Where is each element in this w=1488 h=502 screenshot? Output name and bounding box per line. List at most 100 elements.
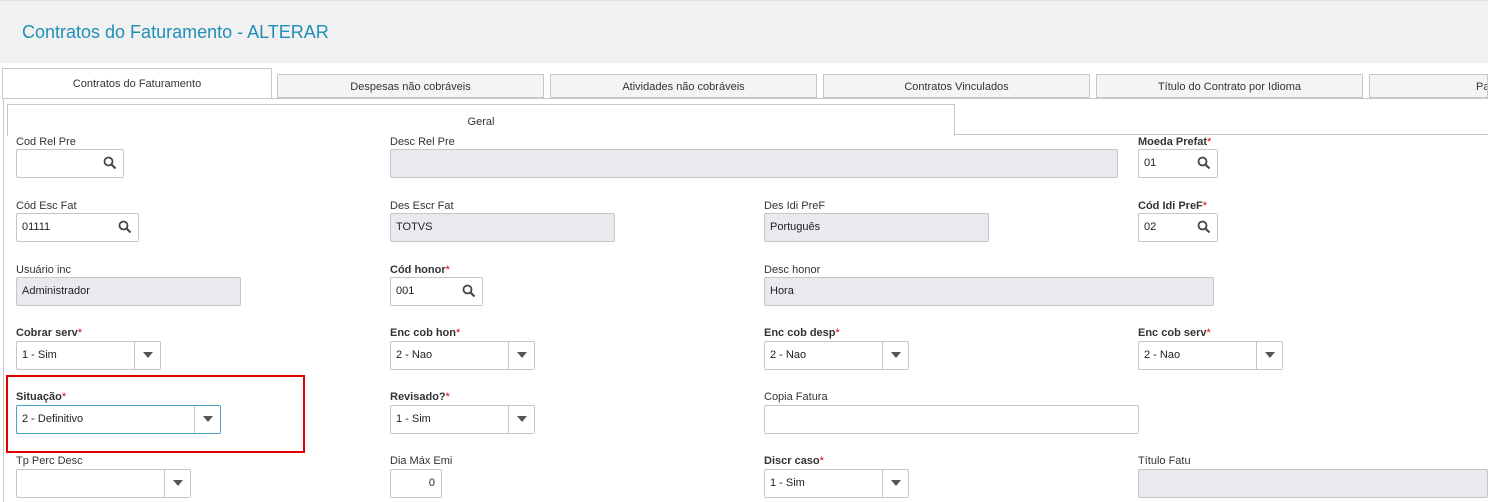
revisado-value: 1 - Sim — [396, 413, 431, 425]
chevron-down-icon[interactable] — [508, 406, 534, 433]
enc-cob-hon-label-text: Enc cob hon — [390, 327, 456, 339]
situacao-label-text: Situação — [16, 391, 62, 403]
cod-honor-value: 001 — [396, 285, 415, 297]
enc-cob-hon-select[interactable]: 2 - Nao — [390, 341, 535, 370]
chevron-down-icon[interactable] — [134, 342, 160, 369]
required-marker: * — [445, 391, 450, 403]
tab-contratos-vinculados[interactable]: Contratos Vinculados — [823, 74, 1090, 98]
cod-idi-pref-label-text: Cód Idi PreF — [1138, 200, 1203, 212]
chevron-down-icon[interactable] — [508, 342, 534, 369]
required-marker: * — [61, 391, 67, 403]
usuario-inc-value: Administrador — [22, 285, 90, 297]
enc-cob-hon-value: 2 - Nao — [396, 349, 433, 361]
cod-honor-label-text: Cód honor — [390, 264, 446, 276]
enc-cob-serv-label-text: Enc cob serv — [1138, 327, 1207, 339]
enc-cob-serv-select[interactable]: 2 - Nao — [1138, 341, 1283, 370]
desc-honor-label: Desc honor — [764, 264, 821, 276]
titulo-fatu-field — [1138, 469, 1488, 498]
search-icon[interactable] — [456, 278, 482, 305]
chevron-down-icon[interactable] — [1256, 342, 1282, 369]
enc-cob-desp-value: 2 - Nao — [770, 349, 807, 361]
required-marker: * — [819, 455, 824, 467]
cod-esc-fat-label: Cód Esc Fat — [16, 200, 77, 212]
des-idi-pref-label: Des Idi PreF — [764, 200, 826, 212]
situacao-value: 2 - Definitivo — [22, 413, 84, 425]
cobrar-serv-label: Cobrar serv* — [16, 327, 82, 339]
cod-esc-fat-input[interactable]: 01111 — [16, 213, 139, 242]
cobrar-serv-label-text: Cobrar serv — [16, 327, 78, 339]
tab-contratos-faturamento[interactable]: Contratos do Faturamento — [2, 68, 272, 99]
required-marker: * — [456, 327, 461, 339]
tab-more[interactable]: Pa — [1369, 74, 1488, 98]
required-marker: * — [77, 327, 83, 339]
revisado-label: Revisado?* — [390, 391, 450, 403]
search-icon[interactable] — [97, 150, 123, 177]
des-escr-fat-value: TOTVS — [396, 221, 433, 233]
moeda-prefat-input[interactable]: 01 — [1138, 149, 1218, 178]
copia-fatura-input[interactable] — [764, 405, 1139, 434]
cod-honor-input[interactable]: 001 — [390, 277, 483, 306]
revisado-label-text: Revisado? — [390, 391, 446, 403]
chevron-down-icon[interactable] — [194, 406, 220, 433]
moeda-prefat-label-text: Moeda Prefat — [1138, 136, 1208, 148]
tab-despesas-nao-cobraveis[interactable]: Despesas não cobráveis — [277, 74, 544, 98]
revisado-select[interactable]: 1 - Sim — [390, 405, 535, 434]
tab-atividades-nao-cobraveis[interactable]: Atividades não cobráveis — [550, 74, 817, 98]
tp-perc-desc-label: Tp Perc Desc — [16, 455, 83, 467]
dia-max-emi-input[interactable]: 0 — [390, 469, 442, 498]
enc-cob-serv-value: 2 - Nao — [1144, 349, 1181, 361]
discr-caso-select[interactable]: 1 - Sim — [764, 469, 909, 498]
copia-fatura-label: Copia Fatura — [764, 391, 828, 403]
discr-caso-label-text: Discr caso — [764, 455, 820, 467]
moeda-prefat-value: 01 — [1144, 157, 1157, 169]
des-idi-pref-field: Português — [764, 213, 989, 242]
page-header: Contratos do Faturamento - ALTERAR — [0, 0, 1488, 63]
required-marker: * — [445, 264, 450, 276]
discr-caso-label: Discr caso* — [764, 455, 824, 467]
des-escr-fat-label: Des Escr Fat — [390, 200, 454, 212]
dia-max-emi-label: Dia Máx Emi — [390, 455, 453, 467]
cod-idi-pref-label: Cód Idi PreF* — [1138, 200, 1207, 212]
moeda-prefat-label: Moeda Prefat* — [1138, 136, 1211, 148]
required-marker: * — [1202, 200, 1208, 212]
cobrar-serv-select[interactable]: 1 - Sim — [16, 341, 161, 370]
cod-idi-pref-input[interactable]: 02 — [1138, 213, 1218, 242]
tab-more-label: Pa — [1476, 81, 1487, 93]
usuario-inc-field: Administrador — [16, 277, 241, 306]
des-escr-fat-field: TOTVS — [390, 213, 615, 242]
dia-max-emi-value: 0 — [428, 477, 435, 489]
discr-caso-value: 1 - Sim — [770, 477, 805, 489]
chevron-down-icon[interactable] — [882, 470, 908, 497]
cod-esc-fat-value: 01111 — [22, 221, 51, 233]
subtab-divider — [955, 134, 1488, 135]
cod-idi-pref-value: 02 — [1144, 221, 1157, 233]
tab-titulo-contrato-idioma[interactable]: Título do Contrato por Idioma — [1096, 74, 1363, 98]
required-marker: * — [835, 327, 840, 339]
search-icon[interactable] — [1191, 150, 1217, 177]
page-title: Contratos do Faturamento - ALTERAR — [22, 22, 329, 42]
usuario-inc-label: Usuário inc — [16, 264, 72, 276]
desc-rel-pre-label: Desc Rel Pre — [390, 136, 455, 148]
cobrar-serv-value: 1 - Sim — [22, 349, 57, 361]
search-icon[interactable] — [1191, 214, 1217, 241]
search-icon[interactable] — [112, 214, 138, 241]
enc-cob-desp-select[interactable]: 2 - Nao — [764, 341, 909, 370]
cod-rel-pre-input[interactable] — [16, 149, 124, 178]
desc-honor-field: Hora — [764, 277, 1214, 306]
situacao-label: Situação* — [16, 391, 66, 403]
desc-honor-value: Hora — [770, 285, 794, 297]
chevron-down-icon[interactable] — [882, 342, 908, 369]
tab-bar: Contratos do Faturamento Despesas não co… — [0, 68, 1488, 100]
required-marker: * — [1207, 136, 1212, 148]
situacao-select[interactable]: 2 - Definitivo — [16, 405, 221, 434]
enc-cob-desp-label: Enc cob desp* — [764, 327, 840, 339]
tp-perc-desc-select[interactable] — [16, 469, 191, 498]
subtab-geral[interactable]: Geral — [7, 104, 955, 136]
required-marker: * — [1206, 327, 1211, 339]
enc-cob-serv-label: Enc cob serv* — [1138, 327, 1211, 339]
chevron-down-icon[interactable] — [164, 470, 190, 497]
enc-cob-desp-label-text: Enc cob desp — [764, 327, 836, 339]
cod-honor-label: Cód honor* — [390, 264, 450, 276]
enc-cob-hon-label: Enc cob hon* — [390, 327, 460, 339]
cod-rel-pre-label: Cod Rel Pre — [16, 136, 76, 148]
